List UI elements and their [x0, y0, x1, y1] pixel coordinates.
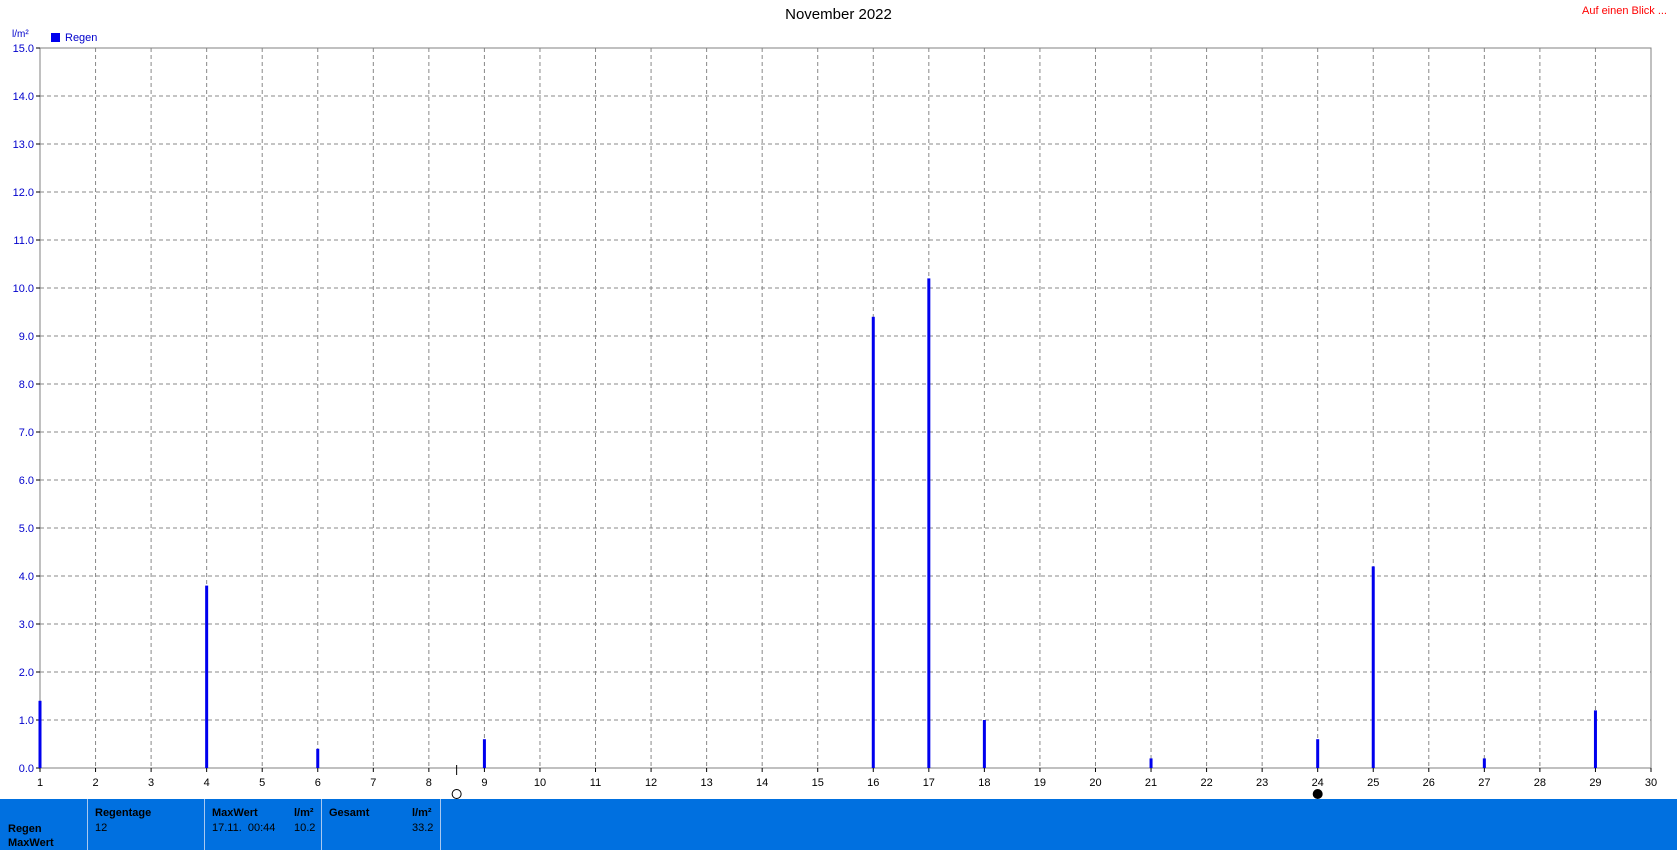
row-label-maxwert: MaxWert [8, 837, 54, 849]
y-tick-label: 15.0 [13, 43, 34, 55]
plot-frame [39, 47, 1652, 769]
x-tick-label: 20 [1089, 777, 1101, 789]
maxwert-unit: l/m² [294, 807, 314, 819]
maxwert-value: 10.2 [294, 822, 316, 834]
x-tick-label: 3 [148, 777, 154, 789]
y-tick-label: 3.0 [19, 619, 34, 631]
x-tick-label: 1 [37, 777, 43, 789]
rain-bar [927, 278, 931, 768]
regentage-value: 12 [95, 822, 108, 834]
x-tick-label: 25 [1367, 777, 1379, 789]
x-tick-label: 24 [1312, 777, 1324, 789]
rain-bar [482, 739, 486, 768]
maxwert-time: 17.11. 00:44 [212, 822, 276, 834]
x-tick-label: 21 [1145, 777, 1157, 789]
y-tick-label: 7.0 [19, 427, 34, 439]
row-label-regen: Regen [8, 823, 42, 835]
x-tick-label: 28 [1534, 777, 1546, 789]
x-tick-label: 2 [92, 777, 98, 789]
y-tick-label: 6.0 [19, 475, 34, 487]
y-axis-ticks: 0.0 1.0 2.0 3.0 4.0 5.0 6.0 7.0 8.0 9.0 10.0 11.0 12… [13, 43, 40, 775]
stats-panel: Regen MaxWert Regentage 12 MaxWert l/m² … [0, 799, 1677, 850]
new-moon-icon [1312, 789, 1323, 799]
y-tick-label: 9.0 [19, 331, 34, 343]
gesamt-header: Gesamt [329, 807, 370, 819]
y-tick-label: 12.0 [13, 187, 34, 199]
x-tick-label: 17 [923, 777, 935, 789]
x-tick-label: 12 [645, 777, 657, 789]
x-tick-label: 30 [1645, 777, 1657, 789]
stat-divider [440, 799, 442, 850]
moon-markers [451, 765, 1323, 799]
x-axis-ticks: 1 2 3 4 5 6 7 8 9 10 11 12 13 14 15 16 17 18 19 20 21 22 23 24 2… [37, 768, 1657, 789]
regentage-header: Regentage [95, 807, 152, 819]
rain-bar [982, 720, 986, 768]
rain-bar [1593, 710, 1597, 768]
rain-bar [205, 585, 209, 768]
gesamt-unit: l/m² [412, 807, 432, 819]
rain-bar [1149, 758, 1153, 768]
x-tick-label: 19 [1034, 777, 1046, 789]
stat-column-maxwert: MaxWert l/m² 17.11. 00:44 10.2 [204, 799, 322, 850]
y-tick-label: 1.0 [19, 715, 34, 727]
full-moon-icon [451, 789, 462, 799]
x-tick-label: 5 [259, 777, 265, 789]
y-tick-label: 4.0 [19, 571, 34, 583]
maxwert-header: MaxWert [212, 807, 258, 819]
y-tick-label: 14.0 [13, 91, 34, 103]
x-tick-label: 27 [1478, 777, 1490, 789]
x-tick-label: 15 [812, 777, 824, 789]
rain-bar [1371, 566, 1375, 768]
y-tick-label: 8.0 [19, 379, 34, 391]
x-tick-label: 14 [756, 777, 768, 789]
rain-chart: 0.01.02.03.04.05.06.07.08.09.010.011.012… [12, 29, 1657, 799]
rain-bar [1316, 739, 1320, 768]
x-tick-label: 8 [426, 777, 432, 789]
x-tick-label: 18 [978, 777, 990, 789]
x-tick-label: 6 [315, 777, 321, 789]
x-tick-label: 16 [867, 777, 879, 789]
x-tick-label: 22 [1200, 777, 1212, 789]
x-tick-label: 23 [1256, 777, 1268, 789]
rain-bar [316, 748, 320, 768]
y-tick-label: 5.0 [19, 523, 34, 535]
legend-swatch [51, 33, 60, 42]
rain-bar [1482, 758, 1486, 768]
rain-bar [38, 700, 42, 768]
x-tick-label: 10 [534, 777, 546, 789]
y-tick-label: 13.0 [13, 139, 34, 151]
y-tick-label: 2.0 [19, 667, 34, 679]
y-tick-label: 11.0 [13, 235, 34, 247]
rain-bar [871, 316, 875, 768]
x-tick-label: 29 [1589, 777, 1601, 789]
x-tick-label: 9 [481, 777, 487, 789]
x-tick-label: 7 [370, 777, 376, 789]
chart-grid [40, 48, 1651, 768]
x-tick-label: 26 [1423, 777, 1435, 789]
y-axis-unit-label: l/m² [12, 29, 29, 40]
y-tick-label: 10.0 [13, 283, 34, 295]
x-tick-label: 13 [700, 777, 712, 789]
stat-column-gesamt: Gesamt l/m² 33.2 [321, 799, 441, 850]
legend-label: Regen [65, 32, 97, 44]
y-tick-label: 0.0 [19, 763, 34, 775]
stat-column-regentage: Regentage 12 [87, 799, 205, 850]
x-tick-label: 11 [590, 777, 601, 789]
gesamt-value: 33.2 [412, 822, 434, 834]
x-tick-label: 4 [204, 777, 210, 789]
